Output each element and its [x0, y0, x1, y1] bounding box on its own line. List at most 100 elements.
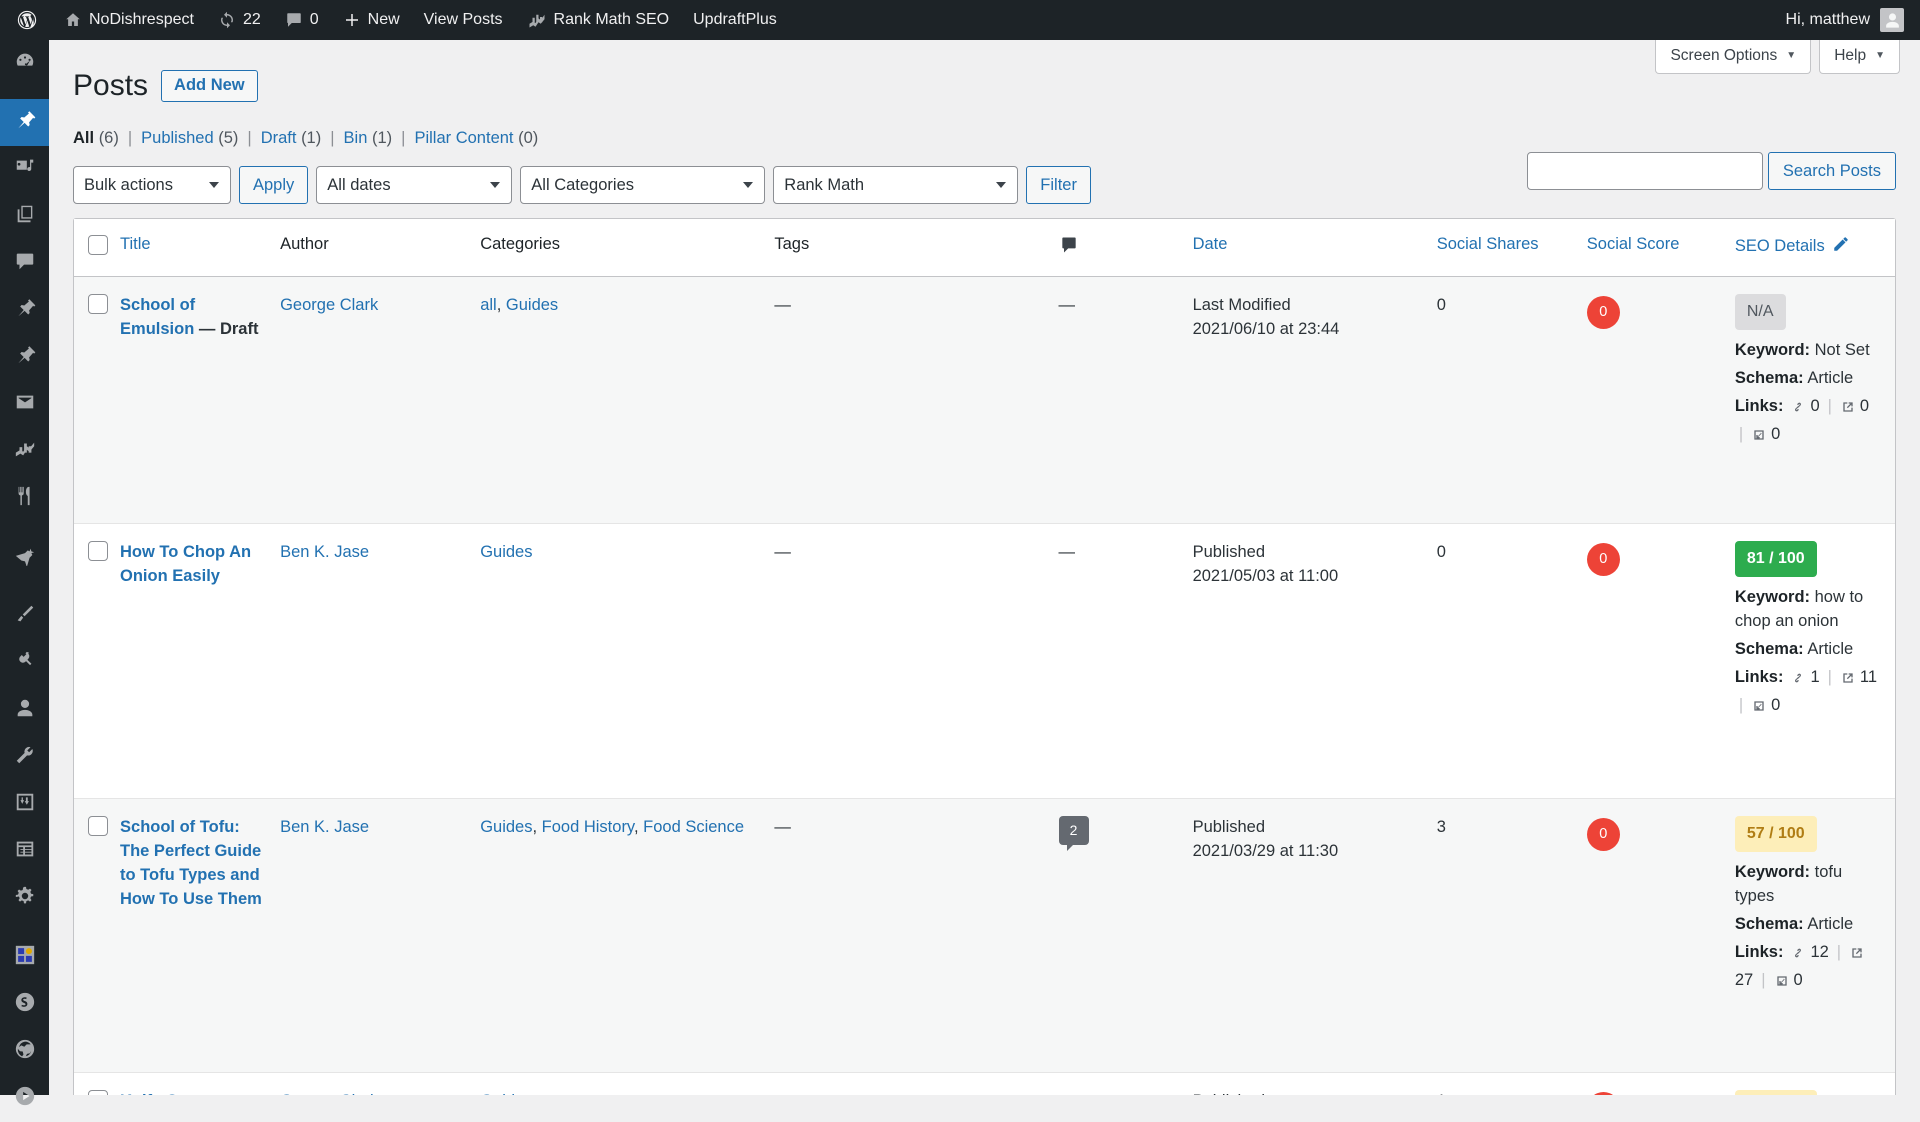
category-link[interactable]: Guides — [480, 543, 532, 561]
date-value: 2021/06/10 at 23:44 — [1192, 319, 1340, 338]
view-posts-label: View Posts — [423, 11, 503, 28]
search-input[interactable] — [1526, 152, 1763, 190]
seo-keyword: Keyword: how to chop an onion — [1734, 588, 1864, 631]
cell-comments: — — [1058, 1072, 1193, 1095]
cell-tags: — — [774, 1072, 1059, 1095]
row-checkbox[interactable] — [88, 1090, 108, 1095]
column-header-social-shares[interactable]: Social Shares — [1436, 219, 1587, 277]
wp-logo-menu[interactable] — [0, 0, 52, 40]
author-link[interactable]: Ben K. Jase — [280, 543, 369, 561]
updates-menu[interactable]: 22 — [206, 0, 273, 40]
post-title-link[interactable]: School of Emulsion — [120, 296, 195, 338]
status-link-bin[interactable]: Bin (1) — [344, 129, 393, 148]
row-checkbox[interactable] — [88, 541, 108, 561]
column-header-comments[interactable] — [1058, 219, 1193, 277]
sidebar-item-shortpixel[interactable] — [0, 981, 49, 1028]
external-links-count: 27 — [1734, 970, 1754, 989]
incoming-links-count: 0 — [1771, 424, 1781, 443]
category-link[interactable]: Guides — [480, 818, 532, 836]
post-title-link[interactable]: School of Tofu: The Perfect Guide to Tof… — [120, 818, 262, 908]
sidebar-item-pinned-b[interactable] — [0, 334, 49, 381]
status-link-published[interactable]: Published (5) — [141, 129, 238, 148]
separator: | — [401, 129, 406, 147]
sidebar-item-media-player[interactable] — [0, 1075, 49, 1122]
comment-count-bubble[interactable]: 2 — [1058, 816, 1089, 852]
cell-social-shares: 1 — [1436, 1072, 1587, 1095]
seo-schema: Schema: Article — [1734, 915, 1854, 934]
comments-count: 0 — [309, 11, 319, 28]
column-header-seo-details[interactable]: SEO Details — [1734, 219, 1895, 277]
sidebar-item-forms[interactable] — [0, 828, 49, 875]
link-icon — [1790, 395, 1806, 419]
category-link[interactable]: Food History — [542, 818, 634, 836]
category-link[interactable]: Food Science — [643, 818, 744, 836]
category-link[interactable]: all — [480, 296, 497, 314]
seo-links: Links: 0 | 0 | 0 — [1735, 395, 1885, 447]
cell-author: George Clark — [280, 276, 481, 524]
bulk-actions-select[interactable]: Bulk actions — [73, 166, 231, 204]
author-link[interactable]: Ben K. Jase — [280, 818, 369, 836]
new-content-label: New — [367, 11, 400, 28]
sidebar-item-sliders[interactable] — [0, 781, 49, 828]
status-link-pillar-content[interactable]: Pillar Content (0) — [414, 129, 538, 148]
status-link-all[interactable]: All (6) — [73, 129, 119, 148]
comments-menu[interactable]: 0 — [273, 0, 331, 40]
select-all-checkbox[interactable] — [88, 235, 108, 255]
screen-meta-links: Screen Options ▼ Help ▼ — [1655, 40, 1900, 74]
sidebar-item-media[interactable] — [0, 146, 49, 193]
screen-options-button[interactable]: Screen Options ▼ — [1655, 40, 1812, 74]
view-posts-link[interactable]: View Posts — [412, 0, 515, 40]
cell-author: George Clark — [280, 1072, 481, 1095]
sidebar-item-comments[interactable] — [0, 240, 49, 287]
author-link[interactable]: George Clark — [280, 296, 378, 314]
site-name-menu[interactable]: NoDishrespect — [52, 0, 206, 40]
updraftplus-menu[interactable]: UpdraftPlus — [681, 0, 789, 40]
new-content-menu[interactable]: New — [331, 0, 412, 40]
cell-title: School of Tofu: The Perfect Guide to Tof… — [120, 798, 281, 1073]
select-all-header — [74, 219, 121, 277]
sidebar-item-users[interactable] — [0, 687, 49, 734]
status-link-draft[interactable]: Draft (1) — [261, 129, 322, 148]
sidebar-item-rocket[interactable] — [0, 534, 49, 581]
social-score-badge: 0 — [1586, 818, 1620, 851]
column-header-tags: Tags — [774, 219, 1059, 277]
sidebar-item-recipes[interactable] — [0, 475, 49, 522]
sidebar-item-analytics[interactable] — [0, 428, 49, 475]
pencil-icon[interactable] — [1832, 235, 1850, 258]
sidebar-item-settings[interactable] — [0, 875, 49, 922]
cell-date: Published — [1192, 1072, 1437, 1095]
cell-categories: Guides — [480, 1072, 775, 1095]
sidebar-item-appearance[interactable] — [0, 593, 49, 640]
filter-button[interactable]: Filter — [1026, 166, 1091, 204]
sidebar-item-pages[interactable] — [0, 193, 49, 240]
my-account-menu[interactable]: Hi, matthew — [1786, 8, 1920, 32]
sidebar-item-blocks[interactable] — [0, 934, 49, 981]
rank-math-filter-select[interactable]: Rank Math — [773, 166, 1019, 204]
row-checkbox[interactable] — [88, 294, 108, 314]
category-link[interactable]: Guides — [506, 296, 558, 314]
sidebar-item-tools[interactable] — [0, 734, 49, 781]
search-posts-button[interactable]: Search Posts — [1767, 152, 1896, 190]
apply-button[interactable]: Apply — [239, 166, 309, 204]
sidebar-item-mail[interactable] — [0, 381, 49, 428]
sidebar-item-plugins[interactable] — [0, 640, 49, 687]
category-filter-select[interactable]: All Categories — [520, 166, 766, 204]
date-filter-select[interactable]: All dates — [316, 166, 513, 204]
column-header-date[interactable]: Date — [1192, 219, 1437, 277]
row-select-cell — [74, 276, 121, 524]
post-title-link[interactable]: How To Chop An Onion Easily — [120, 543, 251, 585]
column-header-social-score[interactable]: Social Score — [1586, 219, 1735, 277]
rank-math-menu[interactable]: Rank Math SEO — [515, 0, 682, 40]
help-button[interactable]: Help ▼ — [1819, 40, 1900, 74]
incoming-link-icon — [1751, 423, 1767, 447]
sidebar-item-seo-globe[interactable] — [0, 1028, 49, 1075]
column-header-title[interactable]: Title — [120, 219, 281, 277]
seo-schema: Schema: Article — [1734, 369, 1854, 388]
seo-links: Links: 1 | 11 | 0 — [1735, 666, 1885, 718]
sidebar-item-dashboard[interactable] — [0, 40, 49, 87]
sidebar-item-pinned-a[interactable] — [0, 287, 49, 334]
row-checkbox[interactable] — [88, 816, 108, 836]
sidebar-item-posts[interactable] — [0, 99, 57, 146]
add-new-button[interactable]: Add New — [161, 69, 258, 102]
link-icon — [1790, 666, 1806, 690]
